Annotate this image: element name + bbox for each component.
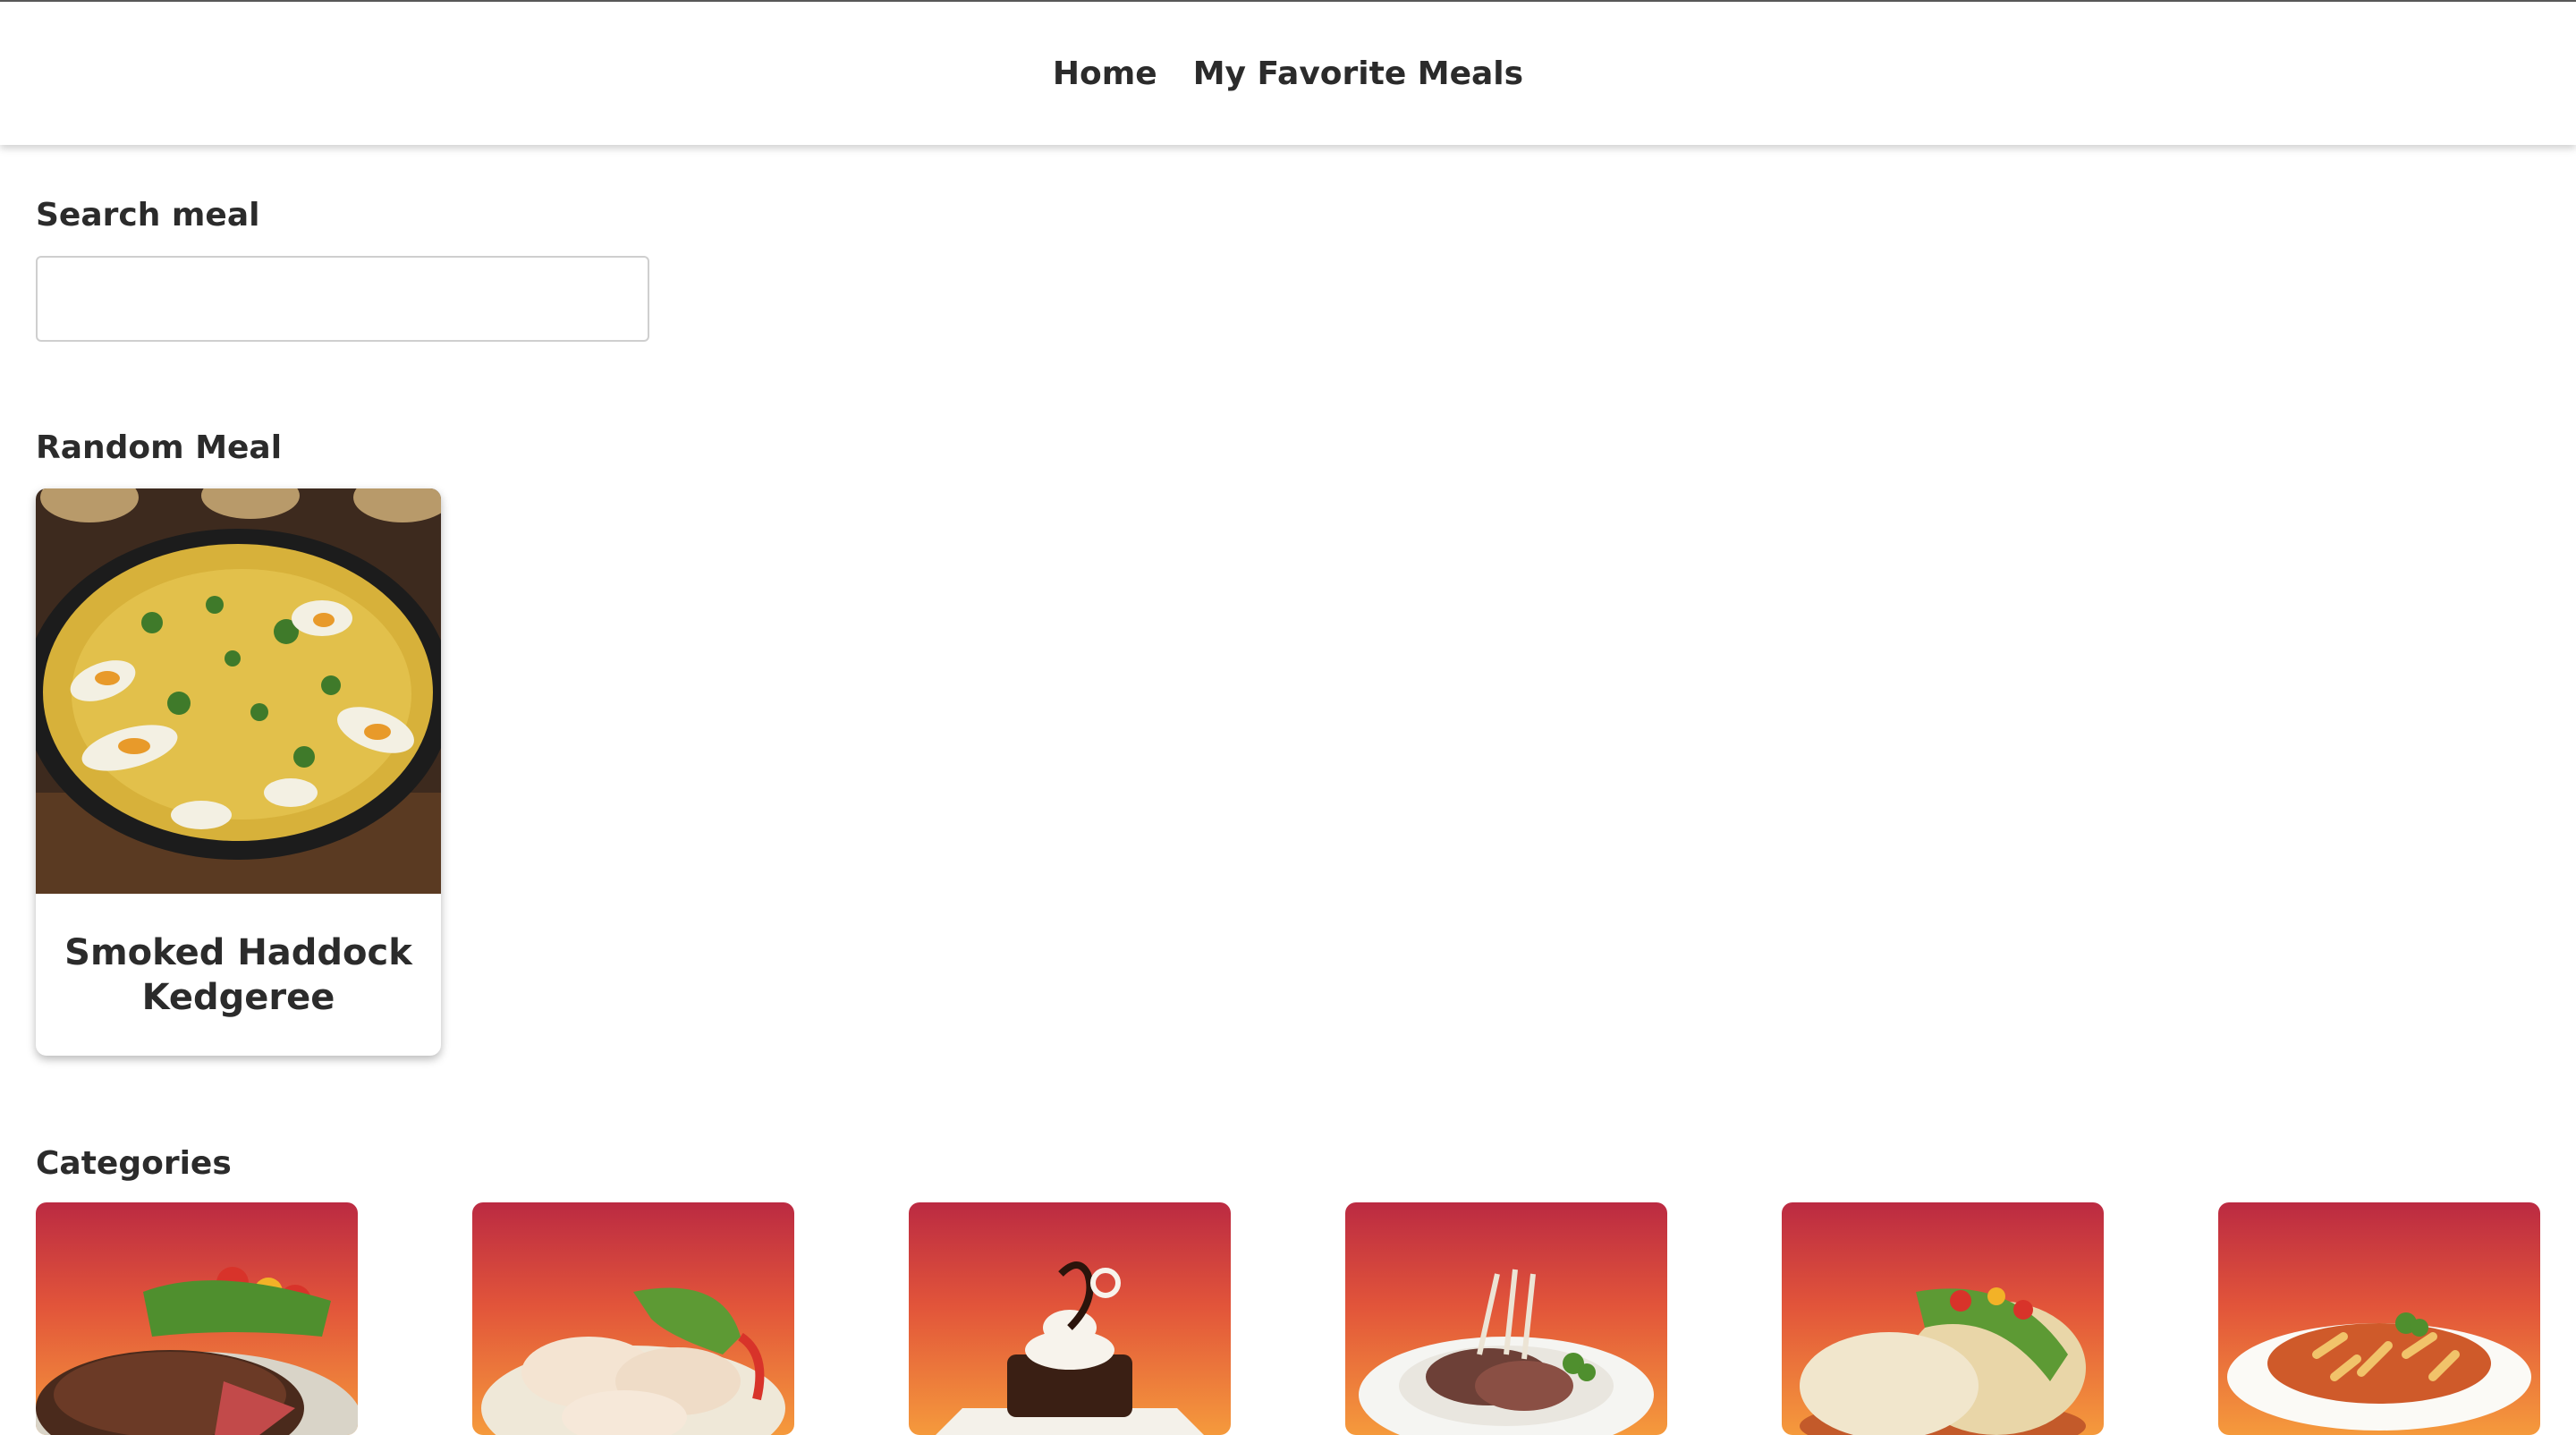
top-navbar: Home My Favorite Meals xyxy=(0,2,2576,145)
category-card-lamb[interactable] xyxy=(1345,1202,1667,1435)
categories-heading: Categories xyxy=(36,1145,232,1182)
kedgeree-image xyxy=(36,488,441,894)
random-meal-heading: Random Meal xyxy=(36,429,283,466)
pasta-image xyxy=(2227,1312,2531,1431)
nav-home-link[interactable]: Home xyxy=(1053,55,1157,92)
chicken-image xyxy=(481,1287,785,1435)
category-card-dessert[interactable] xyxy=(909,1202,1231,1435)
beef-image xyxy=(36,1267,358,1435)
category-card-chicken[interactable] xyxy=(472,1202,794,1435)
category-card-mexican[interactable] xyxy=(1782,1202,2104,1435)
search-label: Search meal xyxy=(36,197,260,234)
tacos-image xyxy=(1800,1287,2086,1435)
category-card-beef[interactable] xyxy=(36,1202,358,1435)
dessert-image xyxy=(936,1261,1204,1435)
category-card-pasta[interactable] xyxy=(2218,1202,2540,1435)
random-meal-card[interactable]: Smoked Haddock Kedgeree xyxy=(36,488,441,1056)
random-meal-title: Smoked Haddock Kedgeree xyxy=(64,931,412,1018)
lamb-image xyxy=(1359,1269,1654,1435)
nav-favorites-link[interactable]: My Favorite Meals xyxy=(1193,55,1523,92)
search-input[interactable] xyxy=(36,256,649,342)
